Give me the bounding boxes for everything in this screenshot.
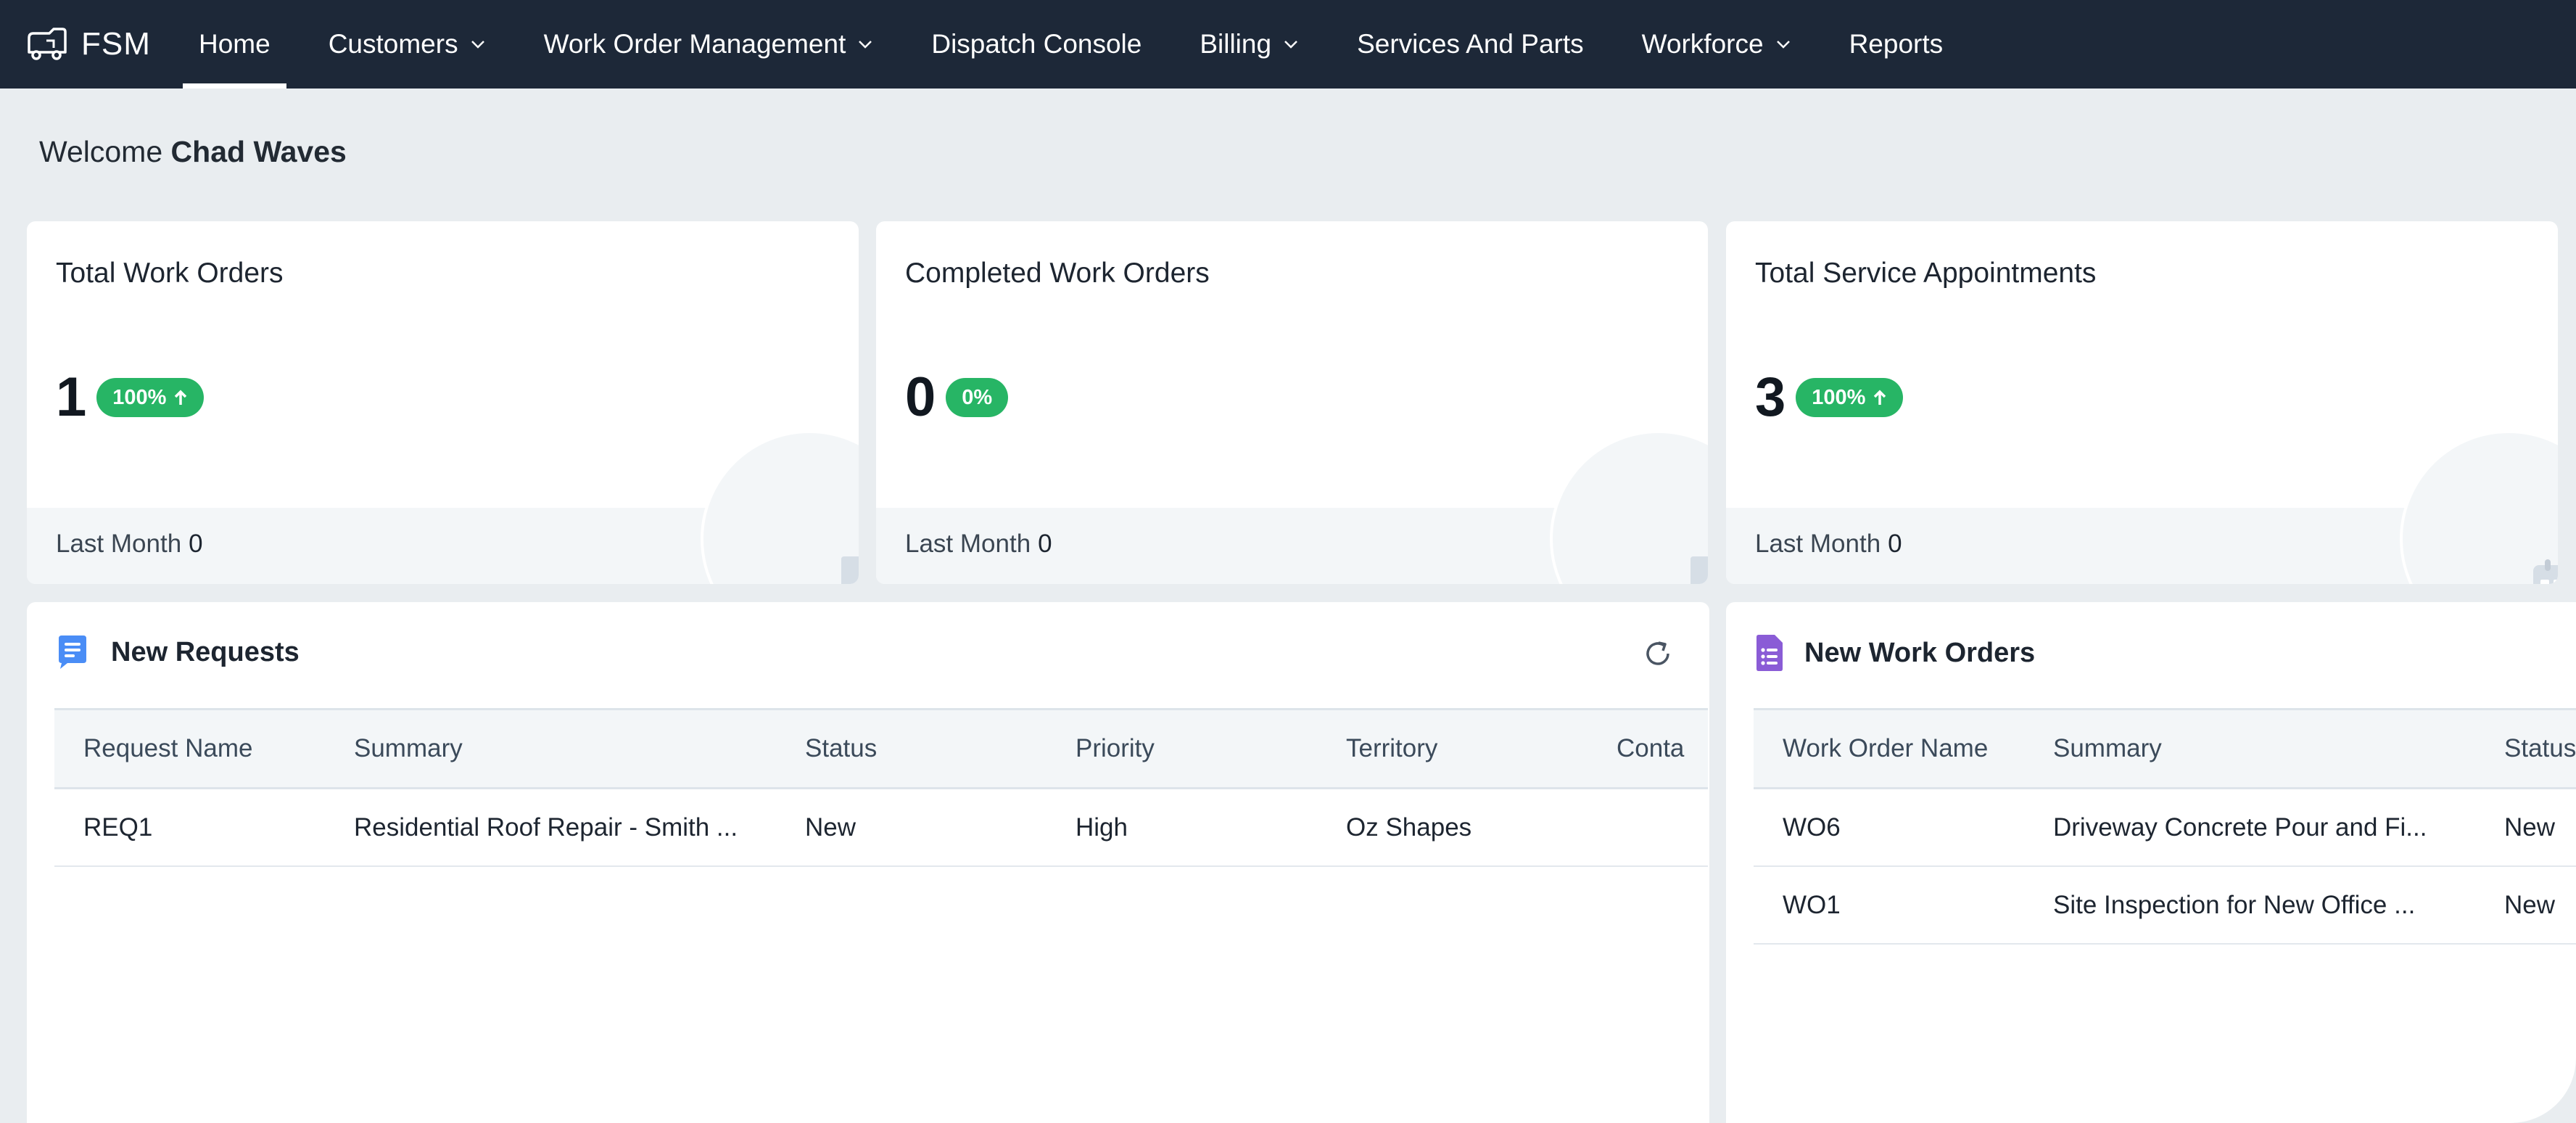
column-header[interactable]: Conta (1588, 734, 1708, 763)
card-title: Total Work Orders (56, 258, 284, 289)
column-header[interactable]: Summary (325, 734, 776, 763)
new-work-orders-panel: New Work Orders Work Order Name Summary … (1726, 602, 2576, 1123)
stat-value: 3 (1755, 366, 1786, 428)
cell-summary: Driveway Concrete Pour and Fi... (2053, 813, 2427, 842)
growth-badge: 100% (1796, 378, 1904, 417)
table-header: Request Name Summary Status Priority Ter… (54, 708, 1708, 789)
refresh-icon[interactable] (1643, 638, 1673, 669)
card-decoration (2400, 430, 2558, 584)
nav-label: Services And Parts (1357, 29, 1584, 59)
cell-priority: High (1076, 813, 1128, 842)
cell-work-order-name[interactable]: WO1 (1754, 891, 2024, 920)
nav-billing[interactable]: Billing (1171, 0, 1328, 89)
cell-territory: Oz Shapes (1346, 813, 1472, 842)
new-requests-panel: New Requests Request Name Summary Status… (27, 602, 1709, 1123)
card-total-service-appointments[interactable]: Total Service Appointments 3 100% Last M… (1726, 221, 2558, 584)
card-title: Total Service Appointments (1755, 258, 2097, 289)
nav-label: Home (199, 29, 271, 59)
card-completed-work-orders[interactable]: Completed Work Orders 0 0% Last Month 0 (876, 221, 1708, 584)
welcome-prefix: Welcome (39, 135, 163, 168)
cell-status: New (805, 813, 856, 842)
footer-label: Last Month (56, 530, 182, 558)
calendar-icon (2533, 559, 2558, 584)
footer-label: Last Month (1755, 530, 1881, 558)
stat-value: 0 (905, 366, 936, 428)
nav-workforce[interactable]: Workforce (1613, 0, 1820, 89)
arrow-up-icon (1874, 390, 1886, 405)
nav-home[interactable]: Home (170, 0, 300, 89)
column-header[interactable]: Work Order Name (1754, 734, 2024, 763)
document-list-icon (1756, 635, 1783, 671)
top-navbar: FSM Home Customers Work Order Management… (0, 0, 2576, 89)
column-header[interactable]: Territory (1317, 734, 1588, 763)
stat-row: 3 100% (1755, 366, 1904, 428)
card-total-work-orders[interactable]: Total Work Orders 1 100% Last Month 0 (27, 221, 859, 584)
nav-label: Workforce (1641, 29, 1764, 59)
nav-work-order-management[interactable]: Work Order Management (515, 0, 903, 89)
brand[interactable]: FSM (25, 26, 170, 62)
table-row[interactable]: WO6 Driveway Concrete Pour and Fi... New (1754, 789, 2576, 867)
cell-status: New (2504, 890, 2556, 919)
cell-summary: Site Inspection for New Office ... (2053, 890, 2416, 919)
panel-title: New Requests (111, 636, 300, 667)
last-month: Last Month 0 (56, 530, 203, 559)
van-logo-icon (28, 28, 67, 60)
document-list-icon (1690, 556, 1708, 584)
nav-label: Customers (328, 29, 458, 59)
arrow-up-icon (175, 390, 187, 405)
table-row[interactable]: WO1 Site Inspection for New Office ... N… (1754, 867, 2576, 945)
badge-label: 100% (112, 385, 167, 409)
footer-value: 0 (1888, 530, 1902, 558)
column-header[interactable]: Request Name (54, 734, 325, 763)
welcome-user: Chad Waves (170, 135, 347, 168)
nav-services-and-parts[interactable]: Services And Parts (1328, 0, 1613, 89)
last-month: Last Month 0 (905, 530, 1052, 559)
document-list-icon (841, 556, 859, 584)
badge-label: 0% (962, 385, 993, 409)
badge-label: 100% (1812, 385, 1866, 409)
chevron-down-icon (859, 41, 872, 49)
requests-table: Request Name Summary Status Priority Ter… (54, 708, 1708, 867)
table-row[interactable]: REQ1 Residential Roof Repair - Smith ...… (54, 789, 1708, 867)
column-header[interactable]: Summary (2024, 734, 2475, 763)
chat-icon (59, 635, 86, 669)
growth-badge: 100% (96, 378, 205, 417)
nav-label: Dispatch Console (931, 29, 1142, 59)
nav-label: Work Order Management (543, 29, 846, 59)
column-header[interactable]: Priority (1046, 734, 1317, 763)
card-decoration (701, 430, 859, 584)
card-title: Completed Work Orders (905, 258, 1210, 289)
panel-header: New Work Orders (1755, 634, 2035, 672)
column-header[interactable]: Status (2475, 734, 2576, 763)
chevron-down-icon (471, 41, 484, 49)
nav-label: Billing (1200, 29, 1272, 59)
panel-title: New Work Orders (1804, 637, 2036, 668)
footer-label: Last Month (905, 530, 1031, 558)
stat-value: 1 (56, 366, 87, 428)
brand-name: FSM (81, 26, 151, 62)
cell-request-name[interactable]: REQ1 (54, 813, 325, 842)
stat-row: 0 0% (905, 366, 1009, 428)
cell-work-order-name[interactable]: WO6 (1754, 813, 2024, 842)
column-header[interactable]: Status (776, 734, 1046, 763)
chevron-down-icon (1776, 41, 1790, 49)
cell-status: New (2504, 813, 2556, 842)
table-header: Work Order Name Summary Status (1754, 708, 2576, 789)
panel-header: New Requests (56, 634, 300, 670)
nav-label: Reports (1849, 29, 1944, 59)
work-orders-table: Work Order Name Summary Status WO6 Drive… (1754, 708, 2576, 945)
chevron-down-icon (1284, 41, 1297, 49)
last-month: Last Month 0 (1755, 530, 1902, 559)
card-decoration (1550, 430, 1708, 584)
app-window: FSM Home Customers Work Order Management… (0, 0, 2576, 1123)
footer-value: 0 (189, 530, 203, 558)
nav-dispatch-console[interactable]: Dispatch Console (902, 0, 1171, 89)
stat-row: 1 100% (56, 366, 205, 428)
growth-badge: 0% (946, 378, 1009, 417)
welcome-message: Welcome Chad Waves (39, 135, 347, 169)
footer-value: 0 (1038, 530, 1052, 558)
cell-summary: Residential Roof Repair - Smith ... (354, 813, 738, 842)
nav-customers[interactable]: Customers (300, 0, 515, 89)
nav-reports[interactable]: Reports (1820, 0, 1973, 89)
